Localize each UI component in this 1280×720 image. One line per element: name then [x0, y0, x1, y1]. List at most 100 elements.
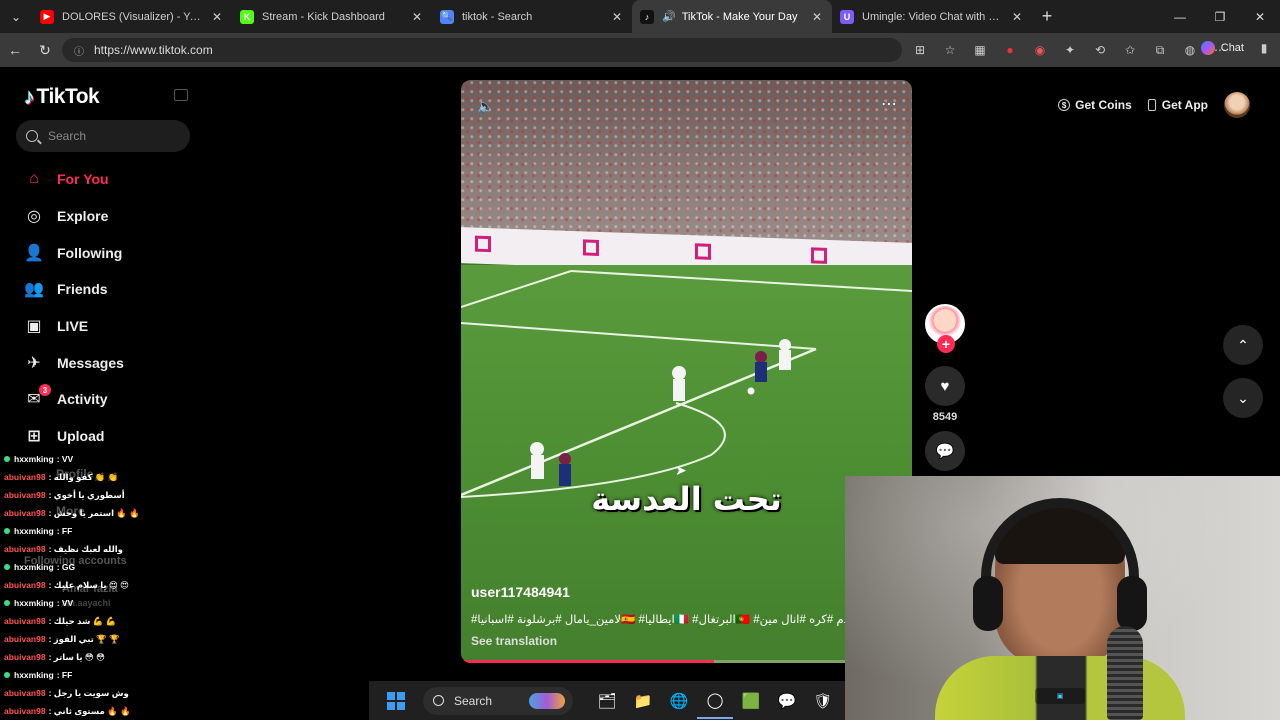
apps-icon[interactable]: ⊞ — [905, 43, 935, 57]
site-info-icon[interactable]: ⓘ — [74, 43, 84, 58]
tab-audio-icon[interactable]: 🔊 — [662, 10, 676, 23]
maximize-icon[interactable]: ❐ — [1200, 0, 1240, 33]
favorite-star-icon[interactable]: ☆ — [935, 43, 965, 57]
sidebar-item-label: Upload — [57, 428, 105, 445]
tab-close-icon[interactable]: ✕ — [410, 10, 424, 24]
taskbar-app-icon[interactable]: 🗂 — [589, 683, 625, 719]
browser-tab[interactable]: U Umingle: Video Chat with Stra ✕ — [832, 0, 1032, 33]
copilot-chat-button[interactable]: Chat — [1200, 41, 1244, 55]
screen: ⌄ ▶ DOLORES (Visualizer) - YouTube ✕ K Strea… — [0, 0, 1280, 720]
puzzle-icon[interactable]: ✦ — [1055, 43, 1085, 57]
tab-search-chevron-icon[interactable]: ⌄ — [0, 0, 32, 33]
search-icon — [433, 695, 444, 706]
comment-icon: 💬 — [935, 443, 955, 460]
tab-title: DOLORES (Visualizer) - YouTube — [62, 10, 204, 23]
collapse-sidebar-icon[interactable] — [174, 89, 188, 101]
previous-video-button[interactable]: ⌃ — [1223, 325, 1263, 365]
taskbar-app-icon[interactable]: 🛡 — [805, 683, 841, 719]
new-tab-button[interactable]: + — [1032, 6, 1062, 27]
like-button[interactable]: ♥ — [925, 366, 965, 406]
get-app-button[interactable]: Get App — [1147, 98, 1208, 112]
chat-text: : استمر يا وحش 🔥 🔥 — [48, 507, 140, 518]
activity-icon: ✉ 3 — [24, 384, 51, 409]
tab-close-icon[interactable]: ✕ — [810, 10, 824, 24]
taskbar-app-icon[interactable]: 📁 — [625, 683, 661, 719]
taskbar-app-icon[interactable]: 🌐 — [661, 683, 697, 719]
taskbar-app-icon[interactable]: ◯ — [697, 683, 733, 719]
chat-message: abuivan98: يا ساتر 😳 😳 — [0, 648, 240, 666]
chat-text: : يا سلام عليك 😍 😍 — [48, 579, 130, 590]
ball — [747, 387, 755, 395]
sync-icon[interactable]: ⟲ — [1085, 43, 1115, 57]
browser-tab[interactable]: 🔍 tiktok - Search ✕ — [432, 0, 632, 33]
chat-message: abuivan98: استمر يا وحش 🔥 🔥 — [0, 504, 240, 522]
tab-title: TikTok - Make Your Day — [681, 10, 798, 23]
chat-message: abuivan98: أسطوري يا أخوي — [0, 486, 240, 504]
sidebar-item-for-you[interactable]: ⌂ For You — [24, 161, 124, 198]
get-coins-label: Get Coins — [1075, 98, 1132, 112]
taskbar-search[interactable]: Search — [423, 686, 573, 715]
url-field[interactable]: ⓘ https://www.tiktok.com — [62, 38, 902, 62]
get-coins-button[interactable]: $ Get Coins — [1058, 98, 1132, 112]
taskbar-app-icon[interactable]: 💬 — [769, 683, 805, 719]
explore-icon: ◎ — [27, 208, 41, 226]
like-count: 8549 — [932, 411, 958, 423]
minimize-icon[interactable]: — — [1160, 0, 1200, 33]
chat-text: : FF — [56, 670, 73, 680]
taskbar-apps: 🗂 📁 🌐 ◯ 🟩 💬 🛡 — [589, 683, 841, 719]
sidebar-item-activity[interactable]: ✉ 3 Activity — [24, 381, 124, 418]
reload-icon[interactable]: ↻ — [30, 33, 60, 67]
chat-message: abuivan98: والله لعبك نظيف — [0, 540, 240, 558]
taskbar-app-icon[interactable]: 🟩 — [733, 683, 769, 719]
sidebar-toggle-icon[interactable]: ▮ — [1252, 41, 1276, 55]
chat-text: : وش سويت يا رجل — [48, 687, 129, 698]
chat-text: : كفو والله 👏 👏 — [48, 471, 119, 482]
tab-favicon-icon: U — [840, 9, 854, 24]
chat-message: abuivan98: تبي الفوز 🏆 🏆 — [0, 630, 240, 648]
ad-logo — [583, 239, 599, 256]
favorites-icon[interactable]: ✩ — [1115, 43, 1145, 57]
search-highlight-art — [529, 692, 565, 709]
chat-text: : VV — [56, 598, 74, 608]
close-window-icon[interactable]: ✕ — [1240, 0, 1280, 33]
browser-tab[interactable]: ♪ 🔊 TikTok - Make Your Day ✕ — [632, 0, 832, 33]
tab-close-icon[interactable]: ✕ — [210, 10, 224, 24]
video-hashtags[interactable]: #لامين_يامال #برشلونة #اسبانيا🇪🇸 #ايطالي… — [471, 612, 851, 626]
sidebar-item-live[interactable]: ▣ LIVE — [24, 308, 124, 345]
more-options-icon[interactable]: ⋯ — [881, 94, 898, 114]
tab-close-icon[interactable]: ✕ — [610, 10, 624, 24]
url-text: https://www.tiktok.com — [94, 43, 213, 57]
sidebar-item-messages[interactable]: ✈ Messages — [24, 344, 124, 381]
sidebar-item-label: Messages — [57, 354, 124, 371]
moderator-badge-icon — [4, 564, 10, 570]
see-translation-link[interactable]: See translation — [471, 634, 557, 648]
next-video-button[interactable]: ⌄ — [1223, 378, 1263, 418]
adblock-icon[interactable]: ● — [995, 43, 1025, 57]
sidebar-item-label: Following — [57, 244, 123, 261]
extension-icon[interactable]: ◉ — [1025, 43, 1055, 57]
windows-start-icon[interactable] — [387, 691, 405, 710]
browser-tab[interactable]: ▶ DOLORES (Visualizer) - YouTube ✕ — [32, 0, 232, 33]
search-input[interactable]: Search — [16, 120, 190, 152]
sidebar-item-following[interactable]: 👤 Following — [24, 234, 124, 271]
sound-icon[interactable]: 🔈 — [477, 98, 494, 115]
chat-username: abuivan98 — [4, 652, 46, 662]
collections-icon[interactable]: ⧉ — [1145, 43, 1175, 58]
tab-strip: ⌄ ▶ DOLORES (Visualizer) - YouTube ✕ K Strea… — [0, 0, 1280, 33]
chat-message: abuivan98: مستوى ثاني 🔥 🔥 — [0, 702, 240, 720]
back-icon[interactable]: ← — [0, 33, 30, 67]
comment-button[interactable]: 💬 — [925, 431, 965, 471]
tiktok-logo[interactable]: ♪ TikTok — [24, 84, 100, 110]
sidebar-item-friends[interactable]: 👥 Friends — [24, 271, 124, 308]
video-username[interactable]: user117484941 — [471, 584, 570, 600]
sidebar-item-upload[interactable]: ⊞ Upload — [24, 418, 124, 455]
follow-plus-button[interactable]: + — [937, 335, 955, 353]
tab-close-icon[interactable]: ✕ — [1010, 10, 1024, 24]
sidebar-item-label: Explore — [57, 208, 109, 225]
browser-tab[interactable]: K Stream - Kick Dashboard ✕ — [232, 0, 432, 33]
sidebar-item-label: LIVE — [57, 318, 89, 335]
qr-icon[interactable]: ▦ — [965, 43, 995, 57]
user-avatar[interactable] — [1224, 92, 1250, 118]
microphone — [1107, 626, 1143, 720]
sidebar-item-explore[interactable]: ◎ Explore — [24, 198, 124, 235]
